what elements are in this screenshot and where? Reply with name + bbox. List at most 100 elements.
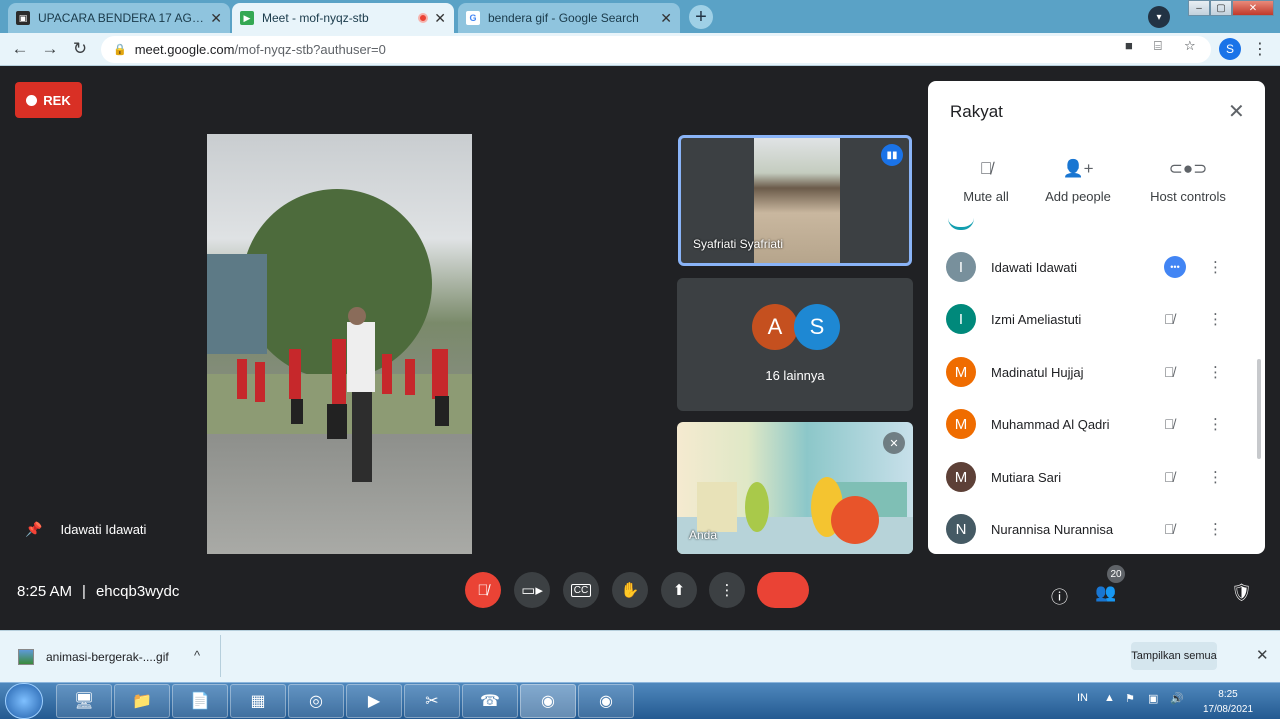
participant-name: Muhammad Al Qadri [991,416,1110,432]
profile-avatar[interactable]: S [1219,38,1241,60]
system-clock[interactable]: 8:25 17/08/2021 [1196,687,1260,717]
maximize-button[interactable]: ▢ [1210,0,1232,16]
more-options-icon[interactable]: ⋮ [1208,310,1223,328]
close-icon[interactable]: ✕ [1256,646,1269,664]
flag-icon[interactable]: ⚑ [1125,692,1135,705]
mic-off-icon: 🎙̸ [1164,416,1175,432]
participant-tile-syafriati[interactable]: ▮▮ Syafriati Syafriati [678,135,912,266]
phone-app-icon[interactable]: ☎ [462,684,518,718]
bookmark-star-icon[interactable]: ☆ [1184,38,1196,54]
window-controls: – ▢ ✕ [1188,0,1274,16]
mute-all-button[interactable]: 🎙̸ Mute all [936,159,1036,204]
reload-icon[interactable]: ↻ [68,37,92,61]
show-all-button[interactable]: Tampilkan semua [1131,642,1217,670]
minimize-button[interactable]: – [1188,0,1210,16]
leave-call-button[interactable] [757,572,809,608]
meet-control-bar: 8:25 AM | ehcqb3wydc 🎙̸ ▭▸ CC ✋ ⬆ ⋮ ⓘ 👥 … [0,559,1280,629]
mic-off-icon: 🎙̸ [477,581,489,599]
raise-hand-button[interactable]: ✋ [612,572,648,608]
avatar: M [946,462,976,492]
more-options-icon[interactable]: ⋮ [1208,258,1223,276]
clock-time: 8:25 [1218,689,1238,700]
browser-menu-icon[interactable]: ⋮ [1252,39,1268,59]
present-button[interactable]: ⬆ [661,572,697,608]
close-icon[interactable]: ✕ [1228,99,1245,124]
more-options-icon[interactable]: ⋮ [1208,363,1223,381]
mic-off-icon: 🎙̸ [979,159,993,178]
tab-search-icon[interactable]: ▾ [1148,6,1170,28]
avatar: M [946,357,976,387]
mic-off-icon: 🎙̸ [1164,311,1175,327]
people-icon[interactable]: 👥 [1095,583,1116,603]
browser-toolbar: ← → ↻ 🔒 meet.google.com /mof-nyqz-stb?au… [0,33,1280,66]
forward-arrow-icon[interactable]: → [38,37,62,61]
separator: | [82,583,86,600]
info-icon[interactable]: ⓘ [1051,583,1068,608]
tab-close-icon[interactable]: ✕ [660,10,672,27]
speaker-app-icon[interactable]: ◎ [288,684,344,718]
avatar: N [946,514,976,544]
computer-icon[interactable]: 🖥 [56,684,112,718]
tab-meet[interactable]: ▶ Meet - mof-nyqz-stb ✕ [232,3,454,33]
more-options-icon[interactable]: ⋮ [1208,520,1223,538]
self-name: Anda [689,528,718,542]
list-item[interactable]: I Izmi Ameliastuti 🎙̸ ⋮ [946,293,1256,345]
windows-start-button[interactable] [5,683,43,719]
record-dot-icon [26,94,38,106]
more-options-icon[interactable]: ⋮ [1208,468,1223,486]
participant-name: Mutiara Sari [991,469,1062,485]
add-people-button[interactable]: 👤+ Add people [1028,159,1128,204]
camera-toggle-button[interactable]: ▭▸ [514,572,550,608]
list-item[interactable]: M Muhammad Al Qadri 🎙̸ ⋮ [946,398,1256,450]
list-item[interactable]: I Idawati Idawati ••• ⋮ [946,241,1256,293]
chrome-icon[interactable]: ◉ [520,684,576,718]
google-meet-icon: ▶ [240,11,254,25]
language-indicator[interactable]: IN [1077,692,1088,704]
screen: ▣ UPACARA BENDERA 17 AGUSTUS ✕ ▶ Meet - … [0,0,1280,719]
address-bar[interactable]: 🔒 meet.google.com /mof-nyqz-stb?authuser… [101,36,1211,63]
captions-button[interactable]: CC [563,572,599,608]
self-tile[interactable]: ✕ Anda [677,422,913,554]
control-panel-icon[interactable]: ▦ [230,684,286,718]
host-controls-button[interactable]: ⊂●⊃ Host controls [1138,159,1238,204]
translate-icon[interactable]: ⌸ [1154,38,1162,54]
volume-icon[interactable]: 🔊 [1170,692,1184,705]
snipping-tool-icon[interactable]: ✂ [404,684,460,718]
action-label: Host controls [1150,189,1226,204]
tab-close-icon[interactable]: ✕ [434,10,446,27]
list-item[interactable]: N Nurannisa Nurannisa 🎙̸ ⋮ [946,503,1256,554]
participant-tile-others[interactable]: A S 16 lainnya [677,278,913,411]
download-item[interactable]: animasi-bergerak-....gif [18,649,169,665]
pin-icon[interactable]: 📌 [25,521,42,538]
list-item[interactable]: M Madinatul Hujjaj 🎙̸ ⋮ [946,346,1256,398]
tab-google-search[interactable]: G bendera gif - Google Search ✕ [458,3,680,33]
panel-scrollbar[interactable] [1257,359,1261,459]
tab-title: Meet - mof-nyqz-stb [262,11,369,25]
chevron-up-icon[interactable]: ▲ [1104,692,1115,704]
toggle-icon: ⊂●⊃ [1168,159,1208,178]
tile-name: Syafriati Syafriati [693,237,784,251]
chrome-icon[interactable]: ◉ [578,684,634,718]
url-domain: meet.google.com [134,42,235,57]
list-item[interactable]: M Mutiara Sari 🎙̸ ⋮ [946,451,1256,503]
url-path: /mof-nyqz-stb?authuser=0 [234,42,386,57]
host-shield-icon[interactable]: 🛡 [1231,583,1253,603]
new-tab-button[interactable]: + [689,5,713,29]
back-arrow-icon[interactable]: ← [8,37,32,61]
main-video[interactable] [207,134,472,554]
media-player-icon[interactable]: ▶ [346,684,402,718]
notes-icon[interactable]: 📄 [172,684,228,718]
windows-taskbar: 🖥 📁 📄 ▦ ◎ ▶ ✂ ☎ ◉ ◉ IN ▲ ⚑ ▣ 🔊 8:25 17/0… [0,682,1280,719]
more-options-icon[interactable]: ⋮ [1208,415,1223,433]
close-window-button[interactable]: ✕ [1232,0,1274,16]
recording-badge: REK [15,82,82,118]
mic-toggle-button[interactable]: 🎙̸ [465,572,501,608]
tab-close-icon[interactable]: ✕ [210,10,222,27]
folder-icon[interactable]: 📁 [114,684,170,718]
more-options-button[interactable]: ⋮ [709,572,745,608]
tab-upacara[interactable]: ▣ UPACARA BENDERA 17 AGUSTUS ✕ [8,3,230,33]
chevron-up-icon[interactable]: ^ [194,648,200,663]
participant-name: Idawati Idawati [991,259,1077,275]
camera-icon[interactable]: ■ [1125,38,1133,53]
network-icon[interactable]: ▣ [1148,692,1158,705]
